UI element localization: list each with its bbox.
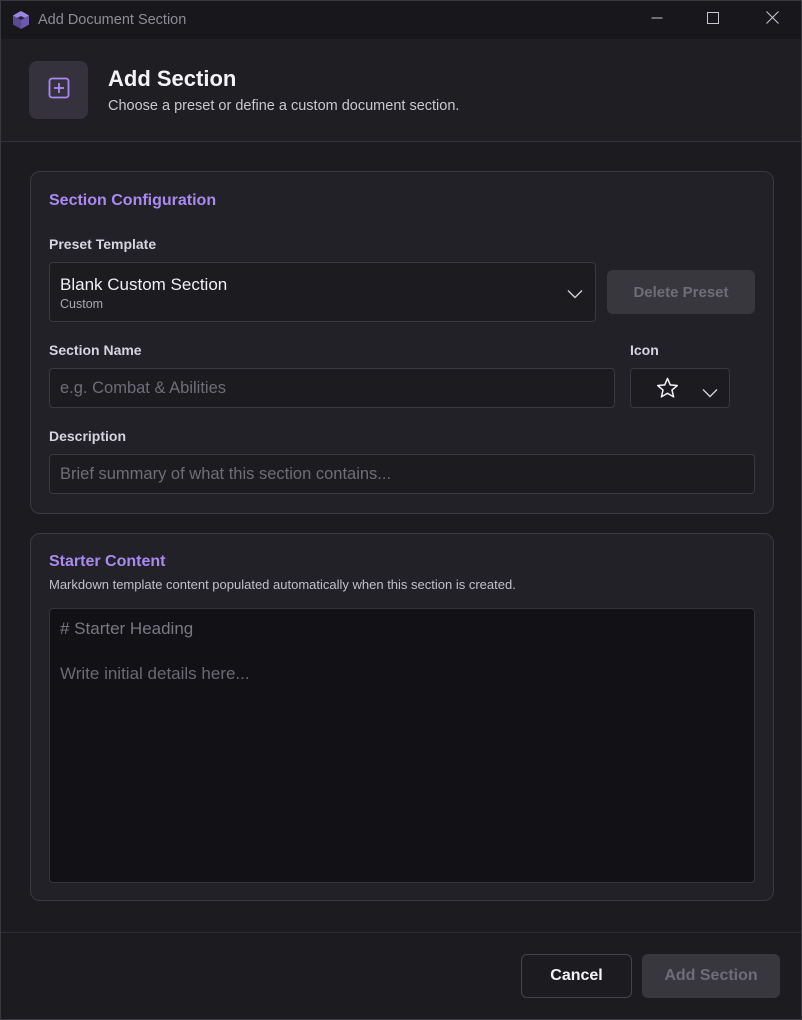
starter-content-subtitle: Markdown template content populated auto… — [49, 577, 516, 592]
editor-placeholder-body: Write initial details here... — [60, 664, 250, 683]
window-title: Add Document Section — [38, 12, 187, 28]
preset-template-type: Custom — [60, 297, 104, 311]
add-section-button[interactable]: Add Section — [642, 954, 780, 998]
plus-square-icon — [48, 77, 70, 104]
star-icon — [656, 377, 679, 404]
preset-template-value: Blank Custom Section — [60, 275, 228, 294]
maximize-button[interactable] — [684, 1, 742, 39]
page-subtitle: Choose a preset or define a custom docum… — [108, 98, 460, 114]
dialog-footer: Cancel Add Section — [1, 932, 801, 1019]
icon-select[interactable] — [630, 368, 730, 408]
chevron-down-icon — [702, 384, 718, 403]
page-title: Add Section — [108, 66, 237, 91]
delete-preset-button[interactable]: Delete Preset — [607, 270, 755, 314]
icon-label: Icon — [630, 342, 659, 358]
starter-content-editor[interactable]: # Starter Heading Write initial details … — [49, 608, 755, 883]
cancel-button[interactable]: Cancel — [521, 954, 632, 998]
section-configuration-title: Section Configuration — [49, 192, 217, 209]
editor-placeholder-heading: # Starter Heading — [60, 619, 194, 638]
maximize-icon — [707, 11, 719, 29]
preset-template-select[interactable]: Blank Custom Section Custom — [49, 262, 596, 322]
dialog-body: Section Configuration Preset Template Bl… — [1, 143, 801, 932]
section-name-input[interactable]: e.g. Combat & Abilities — [49, 368, 615, 408]
header-icon-tile — [29, 61, 88, 119]
dialog-header: Add Section Choose a preset or define a … — [1, 39, 801, 142]
starter-content-card: Starter Content Markdown template conten… — [30, 533, 774, 901]
description-input[interactable]: Brief summary of what this section conta… — [49, 454, 755, 494]
title-bar: Add Document Section — [1, 1, 801, 39]
description-label: Description — [49, 428, 127, 444]
section-name-label: Section Name — [49, 342, 142, 358]
cube-icon — [11, 10, 31, 30]
minimize-button[interactable] — [628, 1, 686, 39]
preset-template-label: Preset Template — [49, 236, 157, 252]
starter-content-title: Starter Content — [49, 553, 166, 570]
section-configuration-card: Section Configuration Preset Template Bl… — [30, 171, 774, 514]
chevron-down-icon — [567, 286, 583, 304]
close-icon — [765, 11, 779, 29]
minimize-icon — [651, 11, 663, 29]
dialog-window: Add Document Section Add Section Choose … — [0, 0, 802, 1020]
close-button[interactable] — [743, 1, 801, 39]
